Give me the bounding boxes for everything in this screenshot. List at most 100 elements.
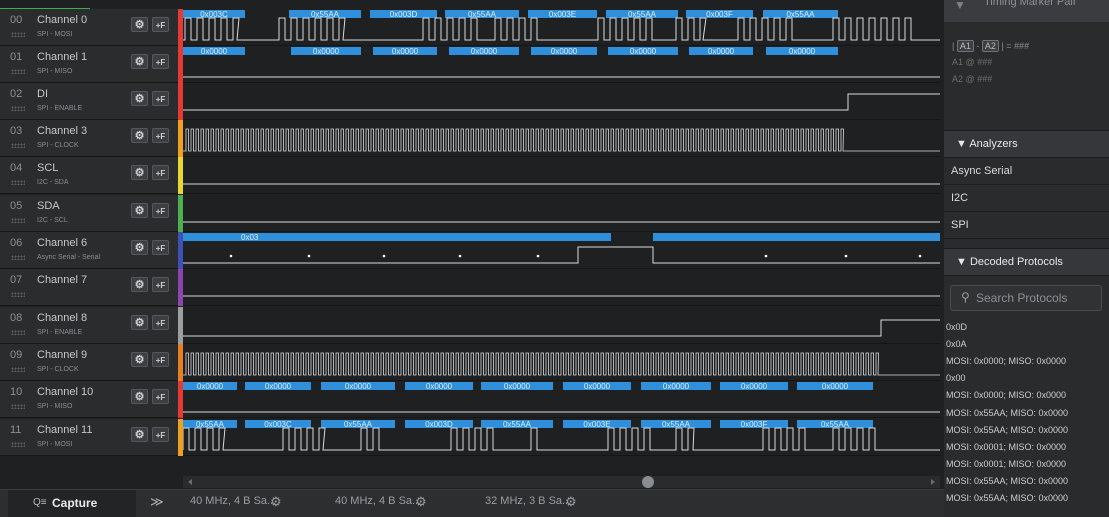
trigger-button[interactable]: +F [152, 203, 169, 218]
channel-settings-button[interactable]: ⚙ [131, 389, 148, 404]
trigger-button[interactable]: +F [152, 165, 169, 180]
drag-handle-icon[interactable] [11, 143, 25, 148]
a2-marker-badge[interactable]: A2 [981, 40, 999, 52]
drag-handle-icon[interactable] [11, 32, 25, 37]
channel-name: SCL [37, 162, 59, 174]
decoded-protocol-item[interactable]: MOSI: 0x55AA; MISO: 0x0000 [946, 493, 1068, 503]
channel-name: Channel 6 [37, 237, 88, 249]
decoded-bubble[interactable] [653, 233, 940, 241]
channel-number: 06 [10, 237, 23, 249]
decoded-protocol-item[interactable]: 0x00 [946, 373, 966, 383]
drag-handle-icon[interactable] [11, 106, 25, 111]
decoded-protocol-item[interactable]: MOSI: 0x55AA; MISO: 0x0000 [946, 425, 1068, 435]
trigger-button[interactable]: +F [152, 389, 169, 404]
drag-handle-icon[interactable] [11, 180, 25, 185]
session-settings-icon[interactable]: ⚙ [415, 494, 427, 510]
session-tab[interactable]: 40 MHz, 4 B Sa... ⚙ [170, 490, 310, 517]
channel-analyzer-label: I2C - SCL [37, 217, 68, 224]
channel-row-5[interactable]: 05 SDA I2C - SCL ⚙ +F [0, 195, 178, 232]
channel-row-9[interactable]: 09 Channel 9 SPI - CLOCK ⚙ +F [0, 344, 178, 381]
decoded-protocol-item[interactable]: MOSI: 0x0000; MISO: 0x0000 [946, 390, 1066, 400]
row-separator [183, 268, 940, 269]
decoded-protocols-header[interactable]: ▼ Decoded Protocols [944, 248, 1109, 276]
decoded-protocol-item[interactable]: 0x0A [946, 339, 967, 349]
channel-analyzer-label: I2C - SDA [37, 179, 69, 186]
more-tabs-icon[interactable]: ≫ [150, 494, 164, 510]
channel-settings-button[interactable]: ⚙ [131, 54, 148, 69]
channel-row-11[interactable]: 11 Channel 11 SPI - MOSI ⚙ +F [0, 419, 178, 456]
channel-name: Channel 9 [37, 349, 88, 361]
channel-settings-button[interactable]: ⚙ [131, 165, 148, 180]
channel-settings-button[interactable]: ⚙ [131, 315, 148, 330]
capture-tab[interactable]: Q≡ Capture [8, 490, 136, 517]
analyzer-item-spi[interactable]: SPI [944, 212, 1109, 239]
decoded-protocol-item[interactable]: MOSI: 0x0001; MISO: 0x0000 [946, 442, 1066, 452]
channel-analyzer-label: SPI - MISO [37, 68, 73, 75]
session-settings-icon[interactable]: ⚙ [565, 494, 577, 510]
drag-handle-icon[interactable] [11, 69, 25, 74]
channel-settings-button[interactable]: ⚙ [131, 427, 148, 442]
decoded-protocol-item[interactable]: MOSI: 0x0001; MISO: 0x0000 [946, 459, 1066, 469]
channel-row-4[interactable]: 04 SCL I2C - SDA ⚙ +F [0, 157, 178, 194]
decoded-protocol-item[interactable]: MOSI: 0x0000; MISO: 0x0000 [946, 356, 1066, 366]
row-separator [183, 343, 940, 344]
protocol-search-box[interactable]: ⚲ Search Protocols [950, 285, 1102, 311]
drag-handle-icon[interactable] [11, 292, 25, 297]
trigger-button[interactable]: +F [152, 352, 169, 367]
channel-settings-button[interactable]: ⚙ [131, 352, 148, 367]
drag-handle-icon[interactable] [11, 367, 25, 372]
drag-handle-icon[interactable] [11, 330, 25, 335]
channel-name: SDA [37, 200, 60, 212]
trigger-button[interactable]: +F [152, 427, 169, 442]
trigger-button[interactable]: +F [152, 240, 169, 255]
trigger-button[interactable]: +F [152, 128, 169, 143]
session-tab[interactable]: 32 MHz, 3 B Sa... ⚙ [465, 490, 605, 517]
search-input[interactable]: Search Protocols [976, 291, 1067, 305]
decoded-protocol-item[interactable]: MOSI: 0x55AA; MISO: 0x0000 [946, 476, 1068, 486]
session-settings-icon[interactable]: ⚙ [270, 494, 282, 510]
analyzer-item-async-serial[interactable]: Async Serial [944, 158, 1109, 185]
decoded-value: 0x0000 [504, 382, 531, 391]
channel-row-6[interactable]: 06 Channel 6 Async Serial - Serial ⚙ +F [0, 232, 178, 269]
trigger-button[interactable]: +F [152, 315, 169, 330]
scrollbar-thumb[interactable] [642, 476, 654, 488]
drag-handle-icon[interactable] [11, 442, 25, 447]
channel-row-7[interactable]: 07 Channel 7 ⚙ +F [0, 269, 178, 306]
drag-handle-icon[interactable] [11, 218, 25, 223]
trigger-button[interactable]: +F [152, 54, 169, 69]
drag-handle-icon[interactable] [11, 404, 25, 409]
trigger-button[interactable]: +F [152, 17, 169, 32]
drag-handle-icon[interactable] [11, 255, 25, 260]
channel-settings-button[interactable]: ⚙ [131, 128, 148, 143]
row-separator [183, 455, 940, 456]
decoded-protocol-item[interactable]: 0x0D [946, 322, 967, 332]
channel-row-8[interactable]: 08 Channel 8 SPI - ENABLE ⚙ +F [0, 307, 178, 344]
channel-settings-button[interactable]: ⚙ [131, 277, 148, 292]
trigger-button[interactable]: +F [152, 91, 169, 106]
analyzer-item-i2c[interactable]: I2C [944, 185, 1109, 212]
channel-name: Channel 7 [37, 274, 88, 286]
waveform-area[interactable]: 0x003C 0x55AA 0x003D 0x55AA 0x003E 0x55AA 0x00… [183, 0, 940, 490]
channel-settings-button[interactable]: ⚙ [131, 91, 148, 106]
channel-settings-button[interactable]: ⚙ [131, 203, 148, 218]
channel-settings-button[interactable]: ⚙ [131, 17, 148, 32]
horizontal-scrollbar-track[interactable] [183, 476, 940, 488]
analyzers-header[interactable]: ▼ Analyzers [944, 130, 1109, 158]
decoded-protocol-item[interactable]: MOSI: 0x55AA; MISO: 0x0000 [946, 408, 1068, 418]
trigger-button[interactable]: +F [152, 277, 169, 292]
channel-row-10[interactable]: 10 Channel 10 SPI - MISO ⚙ +F [0, 381, 178, 418]
row-separator [183, 231, 940, 232]
decoded-value: 0x0000 [392, 47, 419, 56]
channel-settings-button[interactable]: ⚙ [131, 240, 148, 255]
channel-row-2[interactable]: 02 DI SPI - ENABLE ⚙ +F [0, 83, 178, 120]
channel-row-3[interactable]: 03 Channel 3 SPI - CLOCK ⚙ +F [0, 120, 178, 157]
channel-row-1[interactable]: 01 Channel 1 SPI - MISO ⚙ +F [0, 46, 178, 83]
analyzer-item-label: Async Serial [951, 165, 1013, 177]
channel-row-0[interactable]: 00 Channel 0 SPI - MOSI ⚙ +F [0, 9, 178, 46]
row-separator [183, 156, 940, 157]
decoded-value: 0x0000 [789, 47, 816, 56]
timing-formula: | A1 - A2 | = ### [952, 40, 1030, 52]
row-separator [183, 305, 940, 306]
session-tab[interactable]: 40 MHz, 4 B Sa... ⚙ [315, 490, 455, 517]
a1-marker-badge[interactable]: A1 [956, 40, 974, 52]
